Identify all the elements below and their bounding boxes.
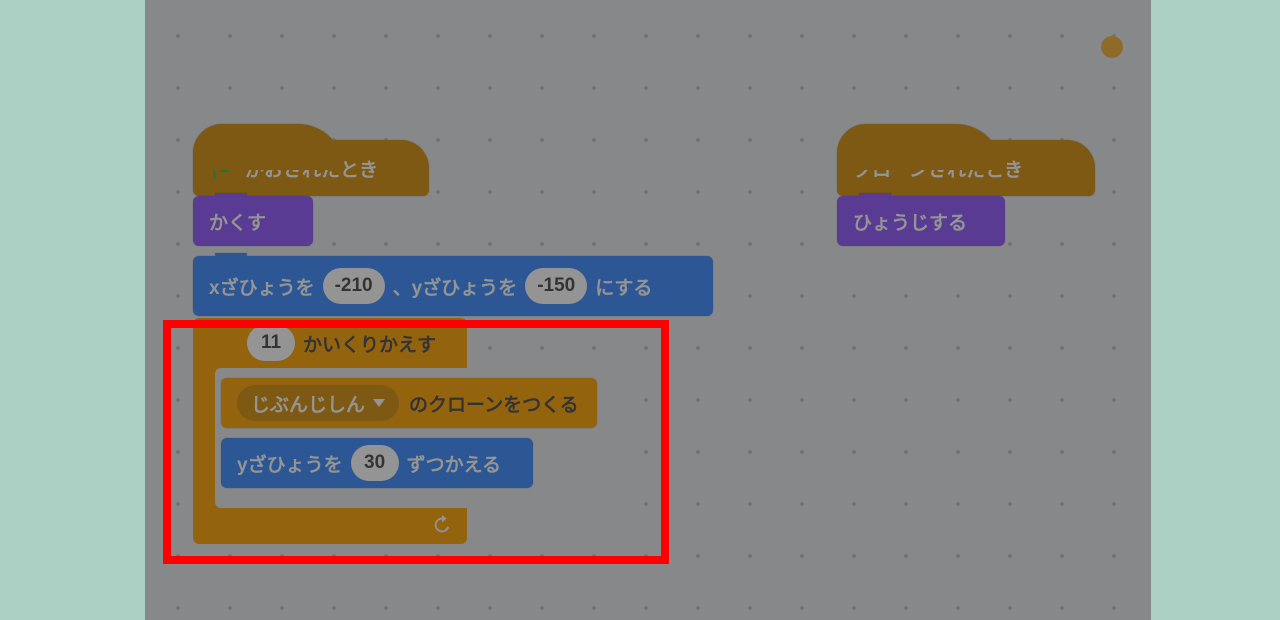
change-y-block[interactable]: yざひょうを 30 ずつかえる (221, 438, 533, 488)
repeat-block[interactable]: 11 かいくりかえす じぶんじしん のクローンをつくる yざひょうを 30 ずつ… (193, 318, 467, 544)
show-label: ひょうじする (853, 208, 967, 235)
create-clone-block[interactable]: じぶんじしん のクローンをつくる (221, 378, 597, 428)
chevron-down-icon (373, 399, 385, 407)
repeat-body: じぶんじしん のクローンをつくる yざひょうを 30 ずつかえる (215, 368, 635, 508)
change-y-prefix: yざひょうを (237, 450, 343, 477)
repeat-count-input[interactable]: 11 (247, 325, 295, 361)
decorative-dot (1101, 36, 1123, 58)
change-y-suffix: ずつかえる (407, 450, 501, 477)
when-cloned-block[interactable]: クローンされたとき (837, 140, 1095, 196)
scripts-canvas[interactable]: がおされたとき かくす xざひょうを -210 、yざひょうを -150 にする… (145, 0, 1151, 620)
goto-x-input[interactable]: -210 (323, 268, 385, 304)
show-block[interactable]: ひょうじする (837, 196, 1005, 246)
create-clone-suffix: のクローンをつくる (409, 390, 579, 417)
when-flag-clicked-block[interactable]: がおされたとき (193, 140, 429, 196)
goto-xy-block[interactable]: xざひょうを -210 、yざひょうを -150 にする (193, 256, 713, 316)
hide-label: かくす (209, 208, 266, 235)
goto-x-label: xざひょうを (209, 273, 315, 300)
change-y-input[interactable]: 30 (351, 445, 399, 481)
clone-target-label: じぶんじしん (251, 390, 365, 417)
clone-target-dropdown[interactable]: じぶんじしん (237, 385, 399, 421)
hide-block[interactable]: かくす (193, 196, 313, 246)
goto-suffix-label: にする (595, 273, 652, 300)
goto-y-input[interactable]: -150 (525, 268, 587, 304)
goto-xy-mid-label: 、yざひょうを (393, 273, 518, 300)
repeat-label: かいくりかえす (303, 330, 436, 357)
loop-arrow-icon (431, 514, 453, 536)
